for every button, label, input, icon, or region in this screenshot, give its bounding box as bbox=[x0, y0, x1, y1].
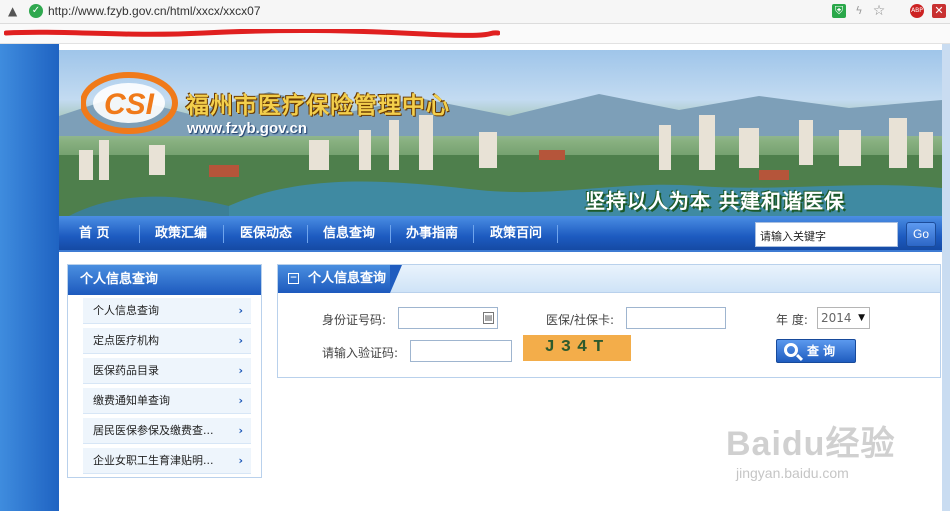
extension-x-icon[interactable]: ✕ bbox=[932, 4, 946, 18]
sidebar: 个人信息查询 个人信息查询 › 定点医疗机构 › 医保药品目录 › 缴费通知单查… bbox=[67, 264, 262, 478]
svg-text:CSI: CSI bbox=[104, 88, 155, 121]
nav-divider bbox=[557, 225, 558, 243]
insurance-card-field[interactable] bbox=[626, 307, 726, 329]
adblock-icon[interactable]: ABP bbox=[910, 4, 924, 18]
nav-service-guide[interactable]: 办事指南 bbox=[406, 216, 458, 252]
collapse-icon[interactable]: − bbox=[288, 273, 299, 284]
watermark-sub: jingyan.baidu.com bbox=[736, 465, 849, 481]
site-title: 福州市医疗保险管理中心 bbox=[186, 92, 450, 119]
panel-header: − 个人信息查询 bbox=[278, 265, 940, 293]
query-panel: − 个人信息查询 身份证号码: ▤ 医保/社保卡: 年 度: 2014 ▼ 请输… bbox=[277, 264, 941, 378]
insurance-card-label: 医保/社保卡: bbox=[546, 313, 615, 327]
page-left-background bbox=[0, 44, 59, 511]
sidebar-item-label: 缴费通知单查询 bbox=[93, 394, 170, 407]
dropdown-arrow-icon: ▼ bbox=[858, 313, 865, 323]
id-card-icon[interactable]: ▤ bbox=[483, 312, 494, 324]
go-button[interactable]: Go bbox=[906, 222, 936, 247]
sidebar-item-label: 定点医疗机构 bbox=[93, 334, 159, 347]
id-number-label: 身份证号码: bbox=[322, 313, 387, 327]
nav-divider bbox=[473, 225, 474, 243]
sidebar-item-resident-insurance[interactable]: 居民医保参保及缴费查... › bbox=[83, 418, 251, 444]
year-select[interactable]: 2014 ▼ bbox=[817, 307, 870, 329]
url-text[interactable]: http://www.fzyb.gov.cn/html/xxcx/xxcx07 bbox=[48, 4, 261, 18]
banner-slogan: 坚持以人为本 共建和谐医保 bbox=[585, 189, 845, 213]
sidebar-item-label: 医保药品目录 bbox=[93, 364, 159, 377]
search-icon bbox=[784, 343, 798, 357]
captcha-field[interactable] bbox=[410, 340, 512, 362]
sidebar-title: 个人信息查询 bbox=[68, 265, 261, 295]
nav-divider bbox=[139, 225, 140, 243]
screen: ▲ ✓ http://www.fzyb.gov.cn/html/xxcx/xxc… bbox=[0, 0, 950, 511]
nav-divider bbox=[390, 225, 391, 243]
sidebar-item-label: 个人信息查询 bbox=[93, 304, 159, 317]
chevron-right-icon: › bbox=[238, 304, 243, 317]
panel-title-tab: − 个人信息查询 bbox=[278, 265, 402, 293]
year-value: 2014 bbox=[821, 311, 852, 325]
redaction-scribble bbox=[4, 29, 500, 38]
browser-address-bar[interactable]: ▲ ✓ http://www.fzyb.gov.cn/html/xxcx/xxc… bbox=[0, 0, 950, 24]
bookmark-star-icon[interactable]: ☆ bbox=[872, 4, 886, 18]
chevron-right-icon: › bbox=[238, 424, 243, 437]
query-button[interactable]: 查 询 bbox=[776, 339, 856, 363]
chevron-right-icon: › bbox=[238, 454, 243, 467]
page-right-background bbox=[942, 44, 950, 511]
captcha-image[interactable]: J34T bbox=[523, 335, 631, 361]
lightning-icon[interactable]: ϟ bbox=[852, 4, 866, 18]
id-number-field[interactable]: ▤ bbox=[398, 307, 498, 329]
year-label: 年 度: bbox=[776, 313, 808, 327]
secure-check-icon: ✓ bbox=[29, 4, 43, 18]
sidebar-item-label: 企业女职工生育津贴明... bbox=[93, 454, 214, 467]
site-url: www.fzyb.gov.cn bbox=[187, 120, 308, 137]
nav-insurance-news[interactable]: 医保动态 bbox=[240, 216, 292, 252]
sidebar-item-personal-info[interactable]: 个人信息查询 › bbox=[83, 298, 251, 324]
sidebar-item-payment-notice[interactable]: 缴费通知单查询 › bbox=[83, 388, 251, 414]
panel-title: 个人信息查询 bbox=[308, 271, 387, 286]
site-info-icon[interactable]: ▲ bbox=[8, 4, 22, 18]
nav-policy-faq[interactable]: 政策百问 bbox=[490, 216, 542, 252]
csi-logo: CSI bbox=[81, 72, 178, 134]
shield-extension-icon[interactable]: ⛨ bbox=[832, 4, 846, 18]
chevron-right-icon: › bbox=[238, 364, 243, 377]
sidebar-item-drug-catalog[interactable]: 医保药品目录 › bbox=[83, 358, 251, 384]
sidebar-item-maternity-allowance[interactable]: 企业女职工生育津贴明... › bbox=[83, 448, 251, 474]
main-nav: 首 页 政策汇编 医保动态 信息查询 办事指南 政策百问 请输入关键字 Go bbox=[59, 216, 942, 252]
nav-info-query[interactable]: 信息查询 bbox=[323, 216, 375, 252]
baidu-watermark: Baidu经验 jingyan.baidu.com bbox=[726, 410, 940, 490]
sidebar-item-label: 居民医保参保及缴费查... bbox=[93, 424, 214, 437]
keyword-search-input[interactable]: 请输入关键字 bbox=[755, 222, 898, 247]
chevron-right-icon: › bbox=[238, 394, 243, 407]
query-button-label: 查 询 bbox=[807, 344, 836, 358]
site-banner: CSI 福州市医疗保险管理中心 www.fzyb.gov.cn 坚持以人为本 共… bbox=[59, 50, 942, 216]
nav-divider bbox=[307, 225, 308, 243]
sidebar-item-medical-institutions[interactable]: 定点医疗机构 › bbox=[83, 328, 251, 354]
nav-policy-compilation[interactable]: 政策汇编 bbox=[155, 216, 207, 252]
nav-divider bbox=[223, 225, 224, 243]
nav-home[interactable]: 首 页 bbox=[79, 216, 110, 252]
captcha-label: 请输入验证码: bbox=[322, 346, 399, 360]
chevron-right-icon: › bbox=[238, 334, 243, 347]
watermark-main: Baidu经验 bbox=[726, 425, 896, 463]
